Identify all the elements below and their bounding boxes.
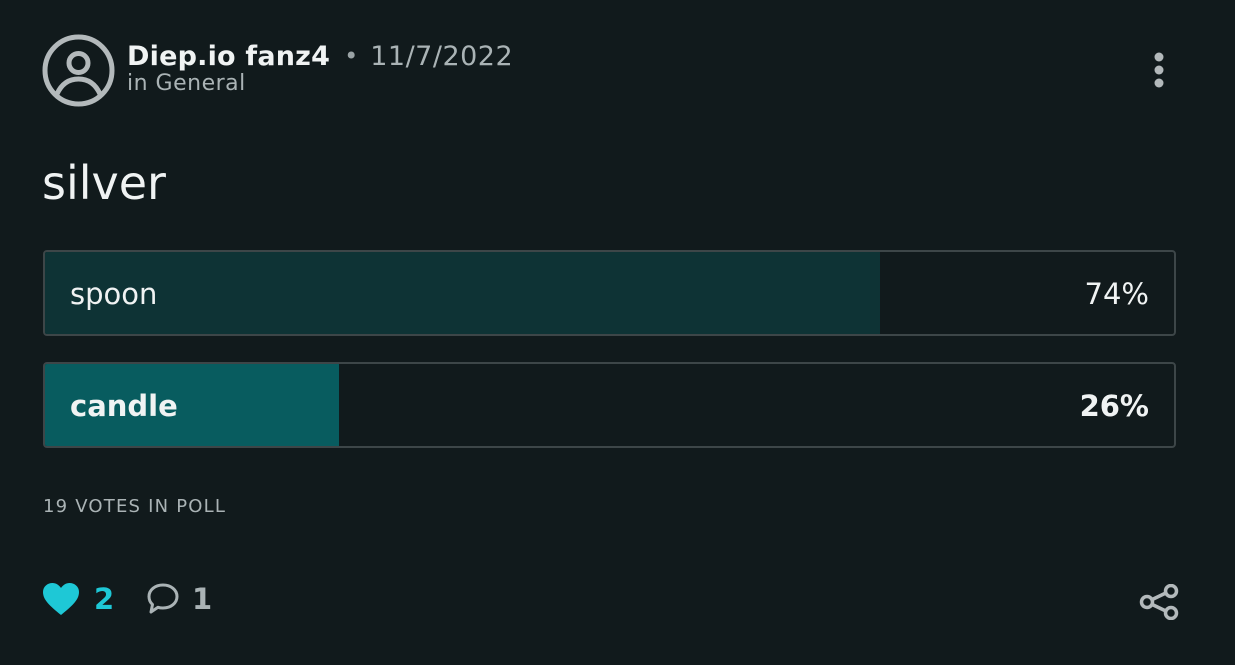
like-button[interactable]: 2 (42, 582, 114, 616)
poll-option-label: candle (70, 389, 178, 423)
poll-option-percent: 26% (1079, 389, 1149, 423)
poll-option-label: spoon (70, 277, 158, 311)
comment-icon (147, 583, 179, 614)
poll-votes-count: 19 VOTES IN POLL (43, 496, 227, 517)
poll-option-percent: 74% (1084, 277, 1149, 311)
poll-option-spoon[interactable]: spoon 74% (43, 250, 1176, 336)
share-icon[interactable] (1138, 584, 1180, 620)
poll-post: Diep.io fanz4 • 11/7/2022 in General sil… (0, 0, 1235, 665)
post-title: silver (42, 156, 166, 210)
comment-button[interactable]: 1 (146, 582, 212, 616)
like-count: 2 (94, 582, 115, 616)
post-meta: Diep.io fanz4 • 11/7/2022 in General (127, 38, 514, 97)
poll-option-candle[interactable]: candle 26% (43, 362, 1176, 448)
author-name[interactable]: Diep.io fanz4 (127, 41, 330, 72)
poll-option-fill (45, 252, 881, 334)
more-vertical-icon[interactable] (1140, 48, 1178, 94)
post-category[interactable]: in General (127, 71, 513, 96)
comment-count: 1 (192, 582, 213, 616)
heart-icon (43, 583, 79, 615)
user-circle-icon[interactable] (42, 34, 115, 107)
meta-separator: • (344, 42, 359, 70)
post-date: 11/7/2022 (370, 40, 514, 72)
